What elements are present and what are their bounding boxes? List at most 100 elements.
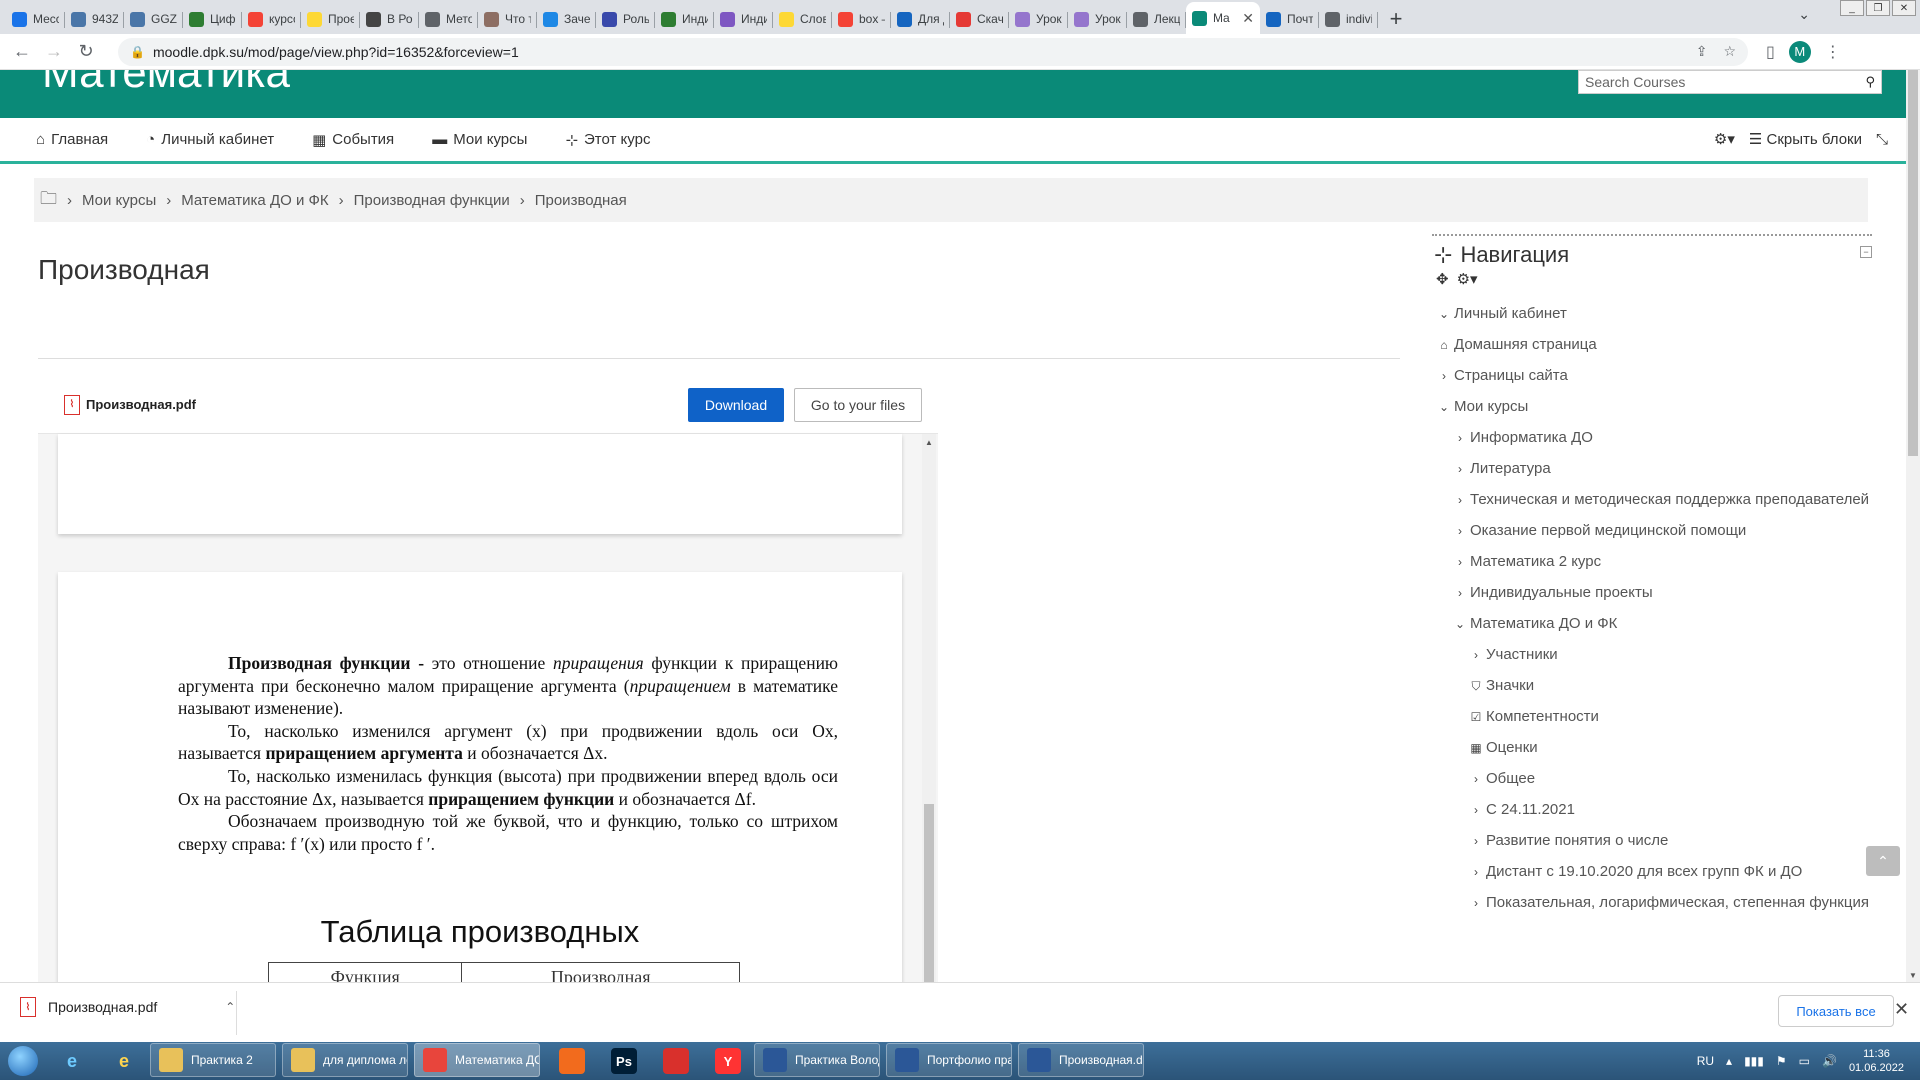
taskbar-window-button[interactable]: Практика Волод... — [754, 1043, 880, 1077]
chevron-up-icon[interactable]: ⌃ — [225, 1000, 235, 1014]
browser-tab[interactable]: Цифр — [183, 4, 242, 34]
nav-this-course[interactable]: ⊹ Этот курс — [565, 131, 650, 149]
tray-expand-icon[interactable]: ▴ — [1726, 1054, 1732, 1068]
breadcrumb-section[interactable]: Производная функции — [354, 192, 510, 209]
taskbar-window-button[interactable]: для диплома лек... — [282, 1043, 408, 1077]
browser-tab[interactable]: Индив — [714, 4, 773, 34]
browser-tab[interactable]: Зачем — [537, 4, 596, 34]
browser-tab[interactable]: Метод — [419, 4, 478, 34]
nav-tree-item[interactable]: › Дистант с 19.10.2020 для всех групп ФК … — [1436, 858, 1876, 886]
nav-tree-item[interactable]: › Литература — [1436, 455, 1876, 483]
move-icon[interactable]: ✥ — [1436, 270, 1449, 288]
browser-tab[interactable]: Индив — [655, 4, 714, 34]
settings-gear-icon[interactable]: ⚙▾ — [1714, 130, 1735, 148]
pdf-file-link[interactable]: ⌇ Производная.pdf — [64, 394, 196, 415]
browser-tab[interactable]: В Росс — [360, 4, 419, 34]
browser-tab[interactable]: GGZIZ — [124, 4, 183, 34]
folder-home-icon[interactable]: 🗀 — [40, 186, 57, 215]
scroll-down-icon[interactable]: ▼ — [1909, 971, 1917, 980]
taskbar-window-button[interactable]: Практика 2 — [150, 1043, 276, 1077]
browser-tab[interactable]: box — — [832, 4, 891, 34]
clock[interactable]: 11:36 01.06.2022 — [1849, 1047, 1904, 1075]
minimize-icon[interactable]: _ — [1840, 0, 1864, 16]
browser-tab[interactable]: Для д — [891, 4, 950, 34]
yandex-browser-icon[interactable]: Y — [702, 1043, 754, 1079]
nav-home[interactable]: ⌂ Главная — [36, 131, 108, 148]
battery-icon[interactable]: ▭ — [1799, 1054, 1810, 1068]
nav-tree-item[interactable]: › Показательная, логарифмическая, степенн… — [1436, 889, 1876, 917]
nav-tree-item[interactable]: › Участники — [1436, 641, 1876, 669]
browser-tab[interactable]: Что та — [478, 4, 537, 34]
go-to-files-button[interactable]: Go to your files — [794, 388, 922, 422]
browser-tab[interactable]: indivic — [1319, 4, 1378, 34]
scrollbar-thumb[interactable] — [1908, 70, 1918, 456]
volume-icon[interactable]: 🔊 — [1822, 1054, 1837, 1068]
flag-icon[interactable]: ⚑ — [1776, 1054, 1787, 1068]
menu-kebab-icon[interactable]: ⋮ — [1825, 42, 1841, 62]
nav-dashboard[interactable]: ◔ Личный кабинет — [146, 131, 274, 148]
nav-tree-item[interactable]: ⛉ Значки — [1436, 672, 1876, 700]
new-tab-icon[interactable]: + — [1378, 4, 1414, 34]
fullscreen-icon[interactable]: ⤡ — [1876, 131, 1888, 148]
breadcrumb-course[interactable]: Математика ДО и ФК — [181, 192, 328, 209]
breadcrumb-my-courses[interactable]: Мои курсы — [82, 192, 156, 209]
language-indicator[interactable]: RU — [1697, 1054, 1714, 1068]
nav-tree-item[interactable]: › Информатика ДО — [1436, 424, 1876, 452]
browser-tab[interactable]: Ma ✕ — [1186, 2, 1260, 34]
media-player-icon[interactable] — [546, 1043, 598, 1079]
browser-tab[interactable]: Почта — [1260, 4, 1319, 34]
browser-tab[interactable]: Проек — [301, 4, 360, 34]
scrollbar-thumb[interactable] — [924, 804, 934, 984]
forward-icon[interactable]: → — [40, 38, 68, 66]
ie-icon[interactable]: e — [46, 1043, 98, 1079]
address-bar[interactable]: 🔒 moodle.dpk.su/mod/page/view.php?id=163… — [118, 37, 1748, 66]
browser-tab[interactable]: Роль с — [596, 4, 655, 34]
network-icon[interactable]: ▮▮▮ — [1744, 1054, 1764, 1068]
close-icon[interactable]: ✕ — [1894, 999, 1909, 1020]
bookmark-star-icon[interactable]: ☆ — [1723, 43, 1736, 60]
nav-tree-item[interactable]: ⌄ Личный кабинет — [1436, 300, 1876, 328]
hide-blocks-button[interactable]: ☰ Скрыть блоки — [1749, 130, 1862, 148]
nav-tree-item[interactable]: ☑ Компетентности — [1436, 703, 1876, 731]
search-icon[interactable]: ⚲ — [1865, 74, 1875, 90]
collapse-block-icon[interactable]: − — [1860, 246, 1872, 258]
nav-tree-item[interactable]: › С 24.11.2021 — [1436, 796, 1876, 824]
profile-avatar[interactable]: M — [1788, 40, 1811, 63]
download-button[interactable]: Download — [688, 388, 784, 422]
nav-tree-item[interactable]: ⌄ Математика ДО и ФК — [1436, 610, 1876, 638]
browser-tab[interactable]: Урок — [1009, 4, 1068, 34]
scroll-up-icon[interactable]: ▲ — [925, 438, 933, 447]
nav-tree-item[interactable]: ⌂ Домашняя страница — [1436, 331, 1876, 359]
browser-tab[interactable]: Скача — [950, 4, 1009, 34]
nav-tree-item[interactable]: › Индивидуальные проекты — [1436, 579, 1876, 607]
tab-search-icon[interactable]: ⌄ — [1798, 6, 1810, 23]
back-to-top-button[interactable]: ⌃ — [1866, 846, 1900, 876]
download-item[interactable]: ⌇ Производная.pdf ⌃ — [20, 997, 235, 1017]
pdf-scrollbar[interactable]: ▲ — [922, 434, 936, 984]
nav-tree-item[interactable]: ▦ Оценки — [1436, 734, 1876, 762]
browser-tab[interactable]: Слова — [773, 4, 832, 34]
share-icon[interactable]: ⇪ — [1696, 43, 1708, 60]
taskbar-window-button[interactable]: Портфолио прак... — [886, 1043, 1012, 1077]
nav-tree-item[interactable]: › Техническая и методическая поддержка пр… — [1436, 486, 1876, 514]
settings-gear-icon[interactable]: ⚙▾ — [1457, 270, 1478, 288]
side-panel-icon[interactable]: ▯ — [1766, 42, 1775, 62]
ie-icon[interactable]: e — [98, 1043, 150, 1079]
browser-tab[interactable]: Урок — [1068, 4, 1127, 34]
taskbar-window-button[interactable]: Производная.do... — [1018, 1043, 1144, 1077]
nav-events[interactable]: ▦ События — [312, 131, 394, 149]
nav-tree-item[interactable]: › Страницы сайта — [1436, 362, 1876, 390]
nav-tree-item[interactable]: ⌄ Мои курсы — [1436, 393, 1876, 421]
close-window-icon[interactable]: ✕ — [1892, 0, 1916, 16]
show-all-downloads-button[interactable]: Показать все — [1778, 995, 1894, 1027]
restore-icon[interactable]: ❐ — [1866, 0, 1890, 16]
nav-tree-item[interactable]: › Общее — [1436, 765, 1876, 793]
back-icon[interactable]: ← — [8, 38, 36, 66]
nav-tree-item[interactable]: › Развитие понятия о числе — [1436, 827, 1876, 855]
taskbar-window-button[interactable]: Математика ДО ... — [414, 1043, 540, 1077]
browser-tab[interactable]: 943Zx — [65, 4, 124, 34]
nav-tree-item[interactable]: › Математика 2 курс — [1436, 548, 1876, 576]
close-tab-icon[interactable]: ✕ — [1242, 10, 1254, 27]
photoshop-icon[interactable]: Ps — [598, 1043, 650, 1079]
nav-tree-item[interactable]: › Оказание первой медицинской помощи — [1436, 517, 1876, 545]
